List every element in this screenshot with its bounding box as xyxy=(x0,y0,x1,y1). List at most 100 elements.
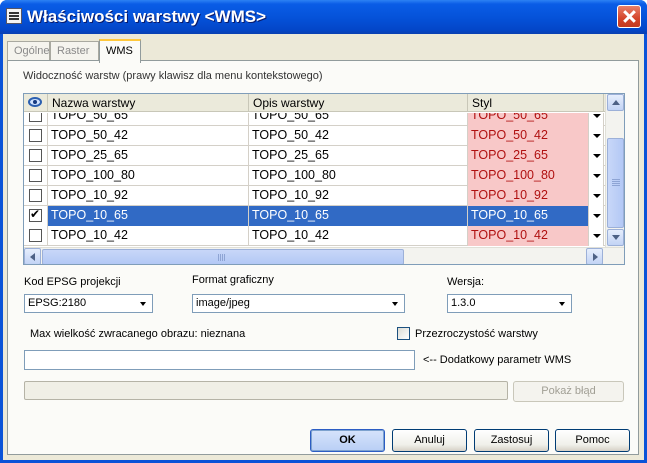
layer-style-cell[interactable]: TOPO_50_42 xyxy=(468,126,588,146)
horizontal-scroll-thumb[interactable] xyxy=(42,249,404,264)
table-row[interactable]: TOPO_50_42 TOPO_50_42 TOPO_50_42 xyxy=(24,126,605,146)
visibility-cell[interactable] xyxy=(24,126,48,146)
column-header-visibility[interactable] xyxy=(24,94,48,112)
close-button[interactable] xyxy=(617,5,641,28)
table-row[interactable]: TOPO_100_80 TOPO_100_80 TOPO_100_80 xyxy=(24,166,605,186)
layer-name-cell: TOPO_10_92 xyxy=(48,186,249,206)
visibility-checkbox[interactable] xyxy=(29,129,42,142)
visibility-cell[interactable] xyxy=(24,186,48,206)
scroll-up-button[interactable] xyxy=(607,94,624,111)
version-value: 1.3.0 xyxy=(451,297,476,309)
tab-wms[interactable]: WMS xyxy=(99,39,141,63)
style-dropdown-button[interactable] xyxy=(588,226,604,246)
chevron-down-icon xyxy=(593,114,601,118)
title-bar[interactable]: Właściwości warstwy <WMS> xyxy=(0,0,647,34)
ok-button[interactable]: OK xyxy=(310,429,385,452)
style-dropdown-button[interactable] xyxy=(588,206,604,226)
progress-bar xyxy=(24,381,508,400)
layer-description-cell: TOPO_50_42 xyxy=(249,126,468,146)
arrow-left-icon xyxy=(30,253,35,261)
format-select[interactable]: image/jpeg xyxy=(192,294,405,313)
window-app-icon xyxy=(6,8,22,24)
transparency-checkbox[interactable] xyxy=(397,327,410,340)
chevron-down-icon xyxy=(593,194,601,198)
table-row-selected[interactable]: TOPO_10_65 TOPO_10_65 TOPO_10_65 xyxy=(24,206,605,226)
layers-grid: Nazwa warstwy Opis warstwy Styl ? TOPO_5… xyxy=(23,93,625,265)
max-image-size-label: Max wielkość zwracanego obrazu: nieznana xyxy=(30,328,246,340)
layer-description-cell: TOPO_100_80 xyxy=(249,166,468,186)
style-dropdown-button[interactable] xyxy=(588,113,604,126)
dialog-client-area: Ogólne Raster WMS Widoczność warstw (pra… xyxy=(3,34,644,460)
help-button[interactable]: Pomoc xyxy=(555,429,630,452)
chevron-down-icon xyxy=(593,214,601,218)
horizontal-scrollbar[interactable] xyxy=(24,247,624,264)
column-header-style[interactable]: Styl xyxy=(468,94,604,112)
tab-raster[interactable]: Raster xyxy=(50,41,99,61)
table-row[interactable]: TOPO_25_65 TOPO_25_65 TOPO_25_65 xyxy=(24,146,605,166)
version-label: Wersja: xyxy=(447,276,485,288)
show-error-button[interactable]: Pokaż błąd xyxy=(513,381,624,402)
visibility-cell[interactable] xyxy=(24,146,48,166)
layer-name-cell: TOPO_10_42 xyxy=(48,226,249,246)
version-select[interactable]: 1.3.0 xyxy=(447,294,572,313)
extra-wms-param-input[interactable] xyxy=(24,350,415,370)
chevron-down-icon xyxy=(593,174,601,178)
epsg-select[interactable]: EPSG:2180 xyxy=(24,294,153,313)
style-dropdown-button[interactable] xyxy=(588,166,604,186)
window-title: Właściwości warstwy <WMS> xyxy=(27,7,267,26)
vertical-scrollbar[interactable] xyxy=(605,94,624,247)
chevron-down-icon[interactable] xyxy=(554,295,571,312)
visibility-checkbox[interactable] xyxy=(29,113,42,122)
cancel-button[interactable]: Anuluj xyxy=(392,429,467,452)
layer-description-cell: TOPO_50_65 xyxy=(249,113,468,126)
visibility-cell[interactable] xyxy=(24,113,48,126)
visibility-cell[interactable] xyxy=(24,166,48,186)
chevron-down-icon xyxy=(593,154,601,158)
visibility-cell[interactable] xyxy=(24,226,48,246)
table-row[interactable]: TOPO_10_42 TOPO_10_42 TOPO_10_42 xyxy=(24,226,605,246)
table-row[interactable]: TOPO_50_65 TOPO_50_65 TOPO_50_65 xyxy=(24,113,605,126)
layer-style-cell[interactable]: TOPO_10_65 xyxy=(468,206,588,226)
layer-description-cell: TOPO_25_65 xyxy=(249,146,468,166)
tab-ogolne[interactable]: Ogólne xyxy=(7,41,50,61)
apply-button[interactable]: Zastosuj xyxy=(474,429,549,452)
layer-style-cell[interactable]: TOPO_100_80 xyxy=(468,166,588,186)
epsg-value: EPSG:2180 xyxy=(28,297,87,309)
layer-description-cell: TOPO_10_42 xyxy=(249,226,468,246)
style-dropdown-button[interactable] xyxy=(588,186,604,206)
grip-icon xyxy=(612,179,620,180)
transparency-label[interactable]: Przezroczystość warstwy xyxy=(415,328,538,340)
chevron-down-icon[interactable] xyxy=(135,295,152,312)
layer-style-cell[interactable]: TOPO_10_92 xyxy=(468,186,588,206)
scroll-down-button[interactable] xyxy=(607,229,624,246)
arrow-up-icon xyxy=(612,100,620,105)
column-header-description[interactable]: Opis warstwy xyxy=(249,94,468,112)
layer-name-cell: TOPO_50_42 xyxy=(48,126,249,146)
format-label: Format graficzny xyxy=(192,274,274,286)
layer-description-cell: TOPO_10_92 xyxy=(249,186,468,206)
extra-wms-param-hint: <-- Dodatkowy parametr WMS xyxy=(423,354,572,366)
style-dropdown-button[interactable] xyxy=(588,146,604,166)
layer-style-cell[interactable]: TOPO_25_65 xyxy=(468,146,588,166)
visibility-checkbox[interactable] xyxy=(29,149,42,162)
scroll-right-button[interactable] xyxy=(586,248,603,264)
vertical-scroll-thumb[interactable] xyxy=(607,138,624,228)
grid-header: Nazwa warstwy Opis warstwy Styl ? xyxy=(24,94,615,112)
visibility-checkbox-checked[interactable] xyxy=(29,207,42,222)
visibility-checkbox[interactable] xyxy=(29,189,42,202)
visibility-cell[interactable] xyxy=(24,206,48,226)
scroll-left-button[interactable] xyxy=(24,248,41,264)
table-row[interactable]: TOPO_10_92 TOPO_10_92 TOPO_10_92 xyxy=(24,186,605,206)
grip-icon xyxy=(218,254,219,261)
layer-description-cell: TOPO_10_65 xyxy=(249,206,468,226)
layer-style-cell[interactable]: TOPO_50_65 xyxy=(468,113,588,126)
chevron-down-icon[interactable] xyxy=(387,295,404,312)
eye-icon xyxy=(28,97,42,107)
visibility-checkbox[interactable] xyxy=(29,169,42,182)
visibility-checkbox[interactable] xyxy=(29,229,42,242)
layer-name-cell: TOPO_100_80 xyxy=(48,166,249,186)
column-header-name[interactable]: Nazwa warstwy xyxy=(48,94,249,112)
style-dropdown-button[interactable] xyxy=(588,126,604,146)
layer-name-cell: TOPO_25_65 xyxy=(48,146,249,166)
layer-style-cell[interactable]: TOPO_10_42 xyxy=(468,226,588,246)
